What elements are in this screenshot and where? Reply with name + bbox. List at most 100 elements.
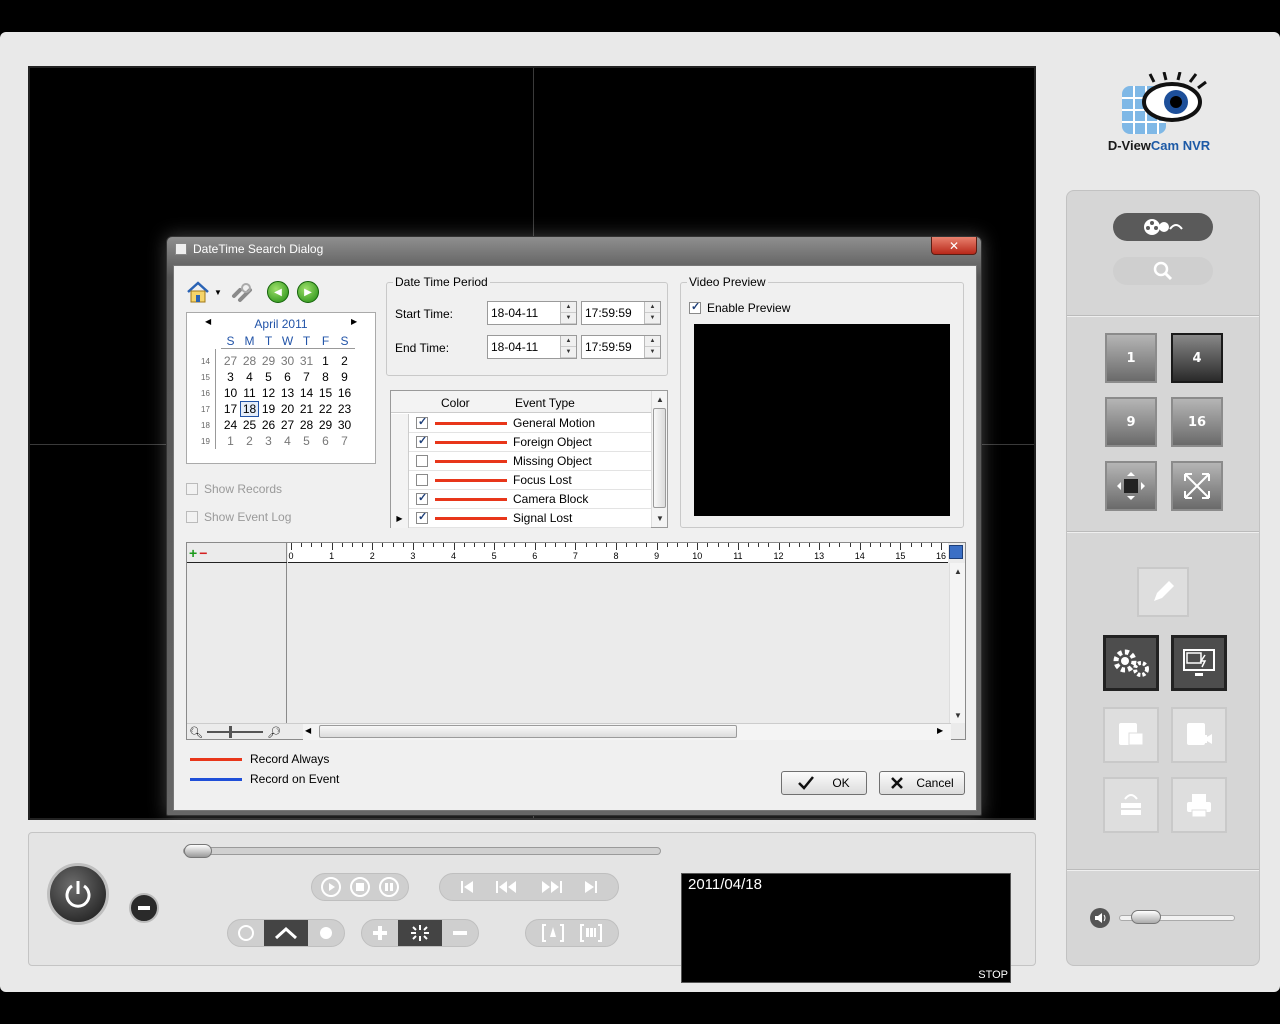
calendar-day[interactable]: 29 [259,354,278,368]
calendar-day[interactable]: 26 [259,418,278,432]
event-type-row[interactable]: Foreign Object [391,432,651,452]
add-camera-icon[interactable]: + [189,545,197,561]
calendar-day[interactable]: 16 [335,386,354,400]
save-snapshot-button[interactable] [1103,707,1159,763]
event-enable-checkbox[interactable] [416,415,428,429]
calendar-day[interactable]: 12 [259,386,278,400]
event-type-row[interactable]: Missing Object [391,451,651,471]
start-date-spinner[interactable]: ▲ ▼ [560,302,576,324]
calendar-day[interactable]: 3 [259,434,278,448]
calendar-day[interactable]: 27 [221,354,240,368]
layout-4-button[interactable]: 4 [1171,333,1223,383]
event-enable-cell[interactable] [409,415,435,429]
home-button[interactable] [186,280,210,304]
timeline-hscrollbar[interactable]: ◀ ▶ [303,723,951,740]
go-end-button[interactable] [581,879,601,895]
calendar-day[interactable]: 30 [335,418,354,432]
calendar-grid-icon[interactable] [949,545,963,559]
calendar-day[interactable]: 10 [221,386,240,400]
speaker-icon[interactable] [1089,907,1111,929]
event-enable-cell[interactable] [409,434,435,448]
close-button[interactable]: ✕ [931,237,977,255]
event-color-swatch[interactable] [435,478,507,482]
calendar-day[interactable]: 1 [316,354,335,368]
seek-slider-knob[interactable] [184,844,212,858]
end-time-field[interactable]: 17:59:59 ▲ ▼ [581,335,661,359]
event-enable-checkbox[interactable] [416,434,428,448]
zoom-in-icon[interactable]: 🔎︎ [267,726,281,739]
start-time-field[interactable]: 17:59:59 ▲ ▼ [581,301,661,325]
show-records-option[interactable]: Show Records [186,482,282,496]
event-color-swatch[interactable] [435,421,507,425]
fullscreen-button[interactable] [1171,461,1223,511]
start-time-spinner[interactable]: ▲ ▼ [644,302,660,324]
calendar-day[interactable]: 9 [335,370,354,384]
layout-1-button[interactable]: 1 [1105,333,1157,383]
event-type-row[interactable]: Camera Block [391,489,651,509]
end-time-value[interactable]: 17:59:59 [582,340,644,354]
timeline-vscrollbar[interactable]: ▲ ▼ [949,563,965,723]
speed-down-button[interactable] [451,924,469,942]
event-type-column-header[interactable]: Event Type [515,396,575,410]
scroll-left-icon[interactable]: ◀ [305,726,311,735]
playback-seek-slider[interactable] [183,844,661,858]
calendar-day[interactable]: 15 [316,386,335,400]
calendar-day[interactable]: 3 [221,370,240,384]
speed-up-button[interactable] [371,924,389,942]
scroll-up-icon[interactable]: ▲ [652,391,668,407]
calendar-day[interactable]: 11 [240,386,259,400]
enable-preview-checkbox[interactable] [689,300,701,314]
cancel-button[interactable]: Cancel [879,771,965,795]
calendar-day[interactable]: 25 [240,418,259,432]
calendar-day[interactable]: 6 [316,434,335,448]
print-button[interactable] [1171,777,1227,833]
calendar-day[interactable]: 17 [221,402,240,416]
calendar-day[interactable]: 7 [335,434,354,448]
event-grid-scrollbar[interactable]: ▲ ▼ [651,391,667,527]
record-on-button[interactable] [317,924,335,942]
record-off-button[interactable] [237,924,255,942]
rewind-button[interactable] [494,879,520,895]
scroll-up-icon[interactable]: ▲ [950,563,966,579]
row-header[interactable] [391,489,409,509]
remove-camera-icon[interactable]: − [199,545,207,561]
volume-slider-knob[interactable] [1131,910,1161,924]
calendar-day[interactable]: 22 [316,402,335,416]
calendar-day[interactable]: 27 [278,418,297,432]
calendar-day[interactable]: 29 [316,418,335,432]
event-enable-cell[interactable] [409,491,435,505]
zoom-out-icon[interactable]: 🔍︎ [189,726,203,739]
enable-preview-option[interactable]: Enable Preview [689,300,790,315]
hscroll-thumb[interactable] [319,725,737,738]
event-type-row[interactable]: Focus Lost [391,470,651,490]
event-enable-cell[interactable] [409,474,435,486]
row-header[interactable] [391,432,409,452]
event-enable-cell[interactable] [409,455,435,467]
event-enable-checkbox[interactable] [416,455,428,467]
layout-16-button[interactable]: 16 [1171,397,1223,447]
settings-button[interactable] [1103,635,1159,691]
calendar-day[interactable]: 28 [240,354,259,368]
calendar-day[interactable]: 28 [297,418,316,432]
pause-button[interactable] [379,877,399,897]
row-header[interactable]: ▶ [391,508,409,528]
row-header[interactable] [391,470,409,490]
search-button[interactable] [1113,257,1213,285]
volume-control[interactable] [1089,907,1239,929]
calendar-day[interactable]: 14 [297,386,316,400]
event-enable-cell[interactable] [409,510,435,524]
event-type-row[interactable]: General Motion [391,413,651,433]
scroll-thumb[interactable] [653,408,666,508]
month-calendar[interactable]: ◀ April 2011 ▶ S M T W T F S 14 27 28 29 30 3… [186,312,376,464]
recording-timeline[interactable]: + − 0 1 2 3 4 5 6 7 8 9 10 11 12 13 14 15 16 ▲ ▼ 🔍︎ 🔎︎ ◀… [186,542,966,740]
timeline-zoom-control[interactable]: 🔍︎ 🔎︎ [187,723,303,740]
calendar-day[interactable]: 23 [335,402,354,416]
monitor-button[interactable] [1171,635,1227,691]
event-type-grid[interactable]: Color Event Type General Motion Foreign O… [390,390,668,528]
calendar-day[interactable]: 4 [240,370,259,384]
fast-forward-button[interactable] [538,879,564,895]
normal-speed-button[interactable] [398,920,442,946]
scroll-down-icon[interactable]: ▼ [652,510,668,526]
next-button[interactable]: ▶ [296,280,320,304]
row-header[interactable] [391,413,409,433]
